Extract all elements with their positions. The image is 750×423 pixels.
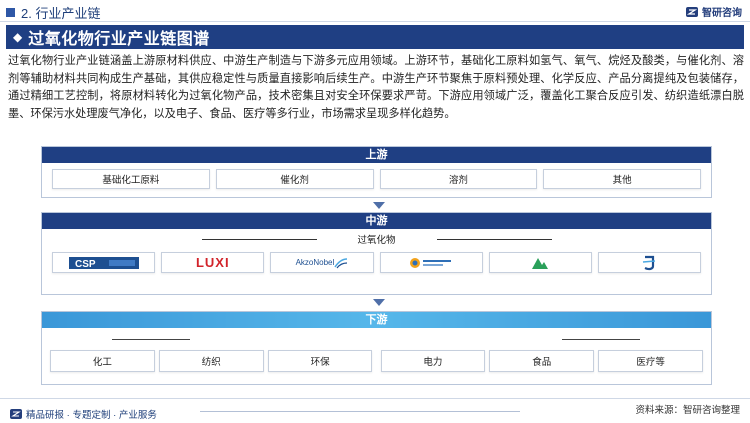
brand-name: 智研咨询 <box>702 8 742 19</box>
footer-divider <box>200 411 520 412</box>
down-arrow-icon <box>373 299 385 306</box>
akzonobel-swirl-icon <box>334 257 348 268</box>
upstream-item: 基础化工原料 <box>52 169 210 189</box>
footer-text: 精品研报 · 专题定制 · 产业服务 <box>26 410 157 421</box>
brand-small-icon <box>10 409 22 419</box>
downstream-item: 环保 <box>267 350 373 372</box>
downstream-item: 电力 <box>380 350 486 372</box>
upstream-panel: 上游 基础化工原料 催化剂 溶剂 其他 <box>41 146 712 198</box>
blue-j-logo-icon <box>643 255 656 270</box>
company-logo-6 <box>597 252 702 273</box>
title-bar: ◆ 过氧化物行业产业链图谱 <box>6 25 744 49</box>
divider <box>437 239 552 240</box>
upstream-item: 其他 <box>543 169 701 189</box>
diamond-icon: ◆ <box>13 30 23 44</box>
midstream-subtitle: 过氧化物 <box>357 235 396 246</box>
svg-text:CSP: CSP <box>75 259 96 270</box>
page-title: 过氧化物行业产业链图谱 <box>28 31 210 48</box>
brand: 智研咨询 <box>685 4 742 19</box>
section-square-icon <box>6 8 15 17</box>
akzonobel-logo-text: AkzoNobel <box>295 258 335 267</box>
circle-logo-icon <box>410 257 452 268</box>
upstream-item: 溶剂 <box>379 169 538 189</box>
upstream-title: 上游 <box>42 147 711 163</box>
downstream-item: 医疗等 <box>598 350 703 372</box>
csp-logo-icon: CSP <box>68 256 139 270</box>
upstream-item: 催化剂 <box>215 169 374 189</box>
downstream-item: 化工 <box>50 350 155 372</box>
downstream-item: 纺织 <box>158 350 264 372</box>
section-title: 2. 行业产业链 <box>21 6 101 21</box>
section-label: 2. 行业产业链 <box>6 3 100 22</box>
company-logo-5 <box>488 252 592 273</box>
company-logo-4 <box>379 252 483 273</box>
divider <box>112 339 190 340</box>
divider <box>202 239 317 240</box>
midstream-title: 中游 <box>42 213 711 229</box>
green-mountain-logo-icon <box>532 257 549 269</box>
luxi-logo-text: LUXI <box>195 255 230 270</box>
description-text: 过氧化物行业产业链涵盖上游原材料供应、中游生产制造与下游多元应用领域。上游环节，… <box>8 55 744 120</box>
footer-tagline: 精品研报 · 专题定制 · 产业服务 <box>10 407 157 421</box>
footer: 精品研报 · 专题定制 · 产业服务 资料来源：智研咨询整理 <box>0 398 750 423</box>
brand-logo-icon <box>686 6 698 17</box>
divider <box>562 339 640 340</box>
source-note: 资料来源：智研咨询整理 <box>635 405 740 416</box>
down-arrow-icon <box>373 202 385 209</box>
top-header: 2. 行业产业链 智研咨询 <box>0 0 750 22</box>
downstream-title: 下游 <box>42 312 711 328</box>
downstream-item: 食品 <box>489 350 595 372</box>
midstream-panel: 中游 过氧化物 CSP LUXI AkzoNobel <box>41 212 712 295</box>
company-logo-akzonobel: AkzoNobel <box>270 252 374 273</box>
downstream-panel: 下游 化工 纺织 环保 电力 食品 医疗等 <box>41 311 712 385</box>
company-logo-luxi: LUXI <box>161 252 265 273</box>
company-logo-csp: CSP <box>52 252 156 273</box>
